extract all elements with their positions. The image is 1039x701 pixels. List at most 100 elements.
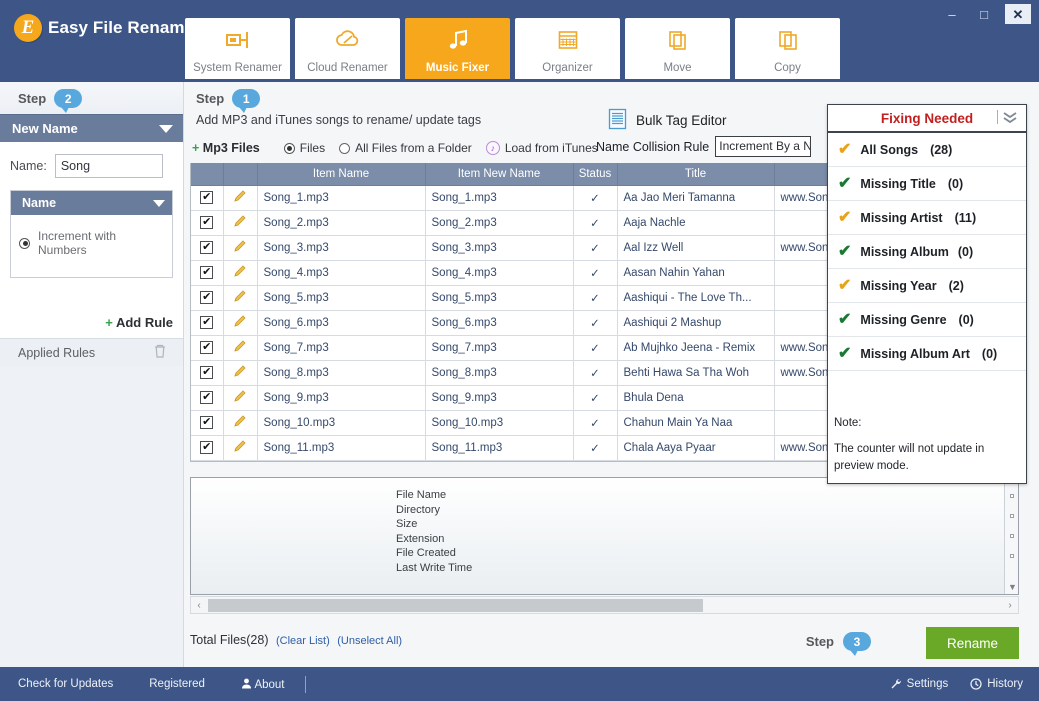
row-checkbox[interactable]: ✔ [200, 416, 213, 429]
row-checkbox-cell[interactable]: ✔ [191, 435, 223, 460]
name-input[interactable] [55, 154, 163, 178]
row-checkbox-cell[interactable]: ✔ [191, 335, 223, 360]
fixing-needed-item[interactable]: ✔Missing Year(2) [828, 269, 1026, 303]
row-edit-cell[interactable] [223, 310, 257, 335]
row-checkbox-cell[interactable]: ✔ [191, 360, 223, 385]
column-checkbox[interactable] [191, 163, 223, 185]
tab-system-renamer[interactable]: System Renamer [185, 18, 290, 79]
rename-button[interactable]: Rename [926, 627, 1019, 659]
row-checkbox-cell[interactable]: ✔ [191, 210, 223, 235]
tab-move[interactable]: Move [625, 18, 730, 79]
column-item-new-name[interactable]: Item New Name [425, 163, 573, 185]
pencil-icon[interactable] [233, 267, 247, 281]
column-status[interactable]: Status [573, 163, 617, 185]
row-checkbox-cell[interactable]: ✔ [191, 185, 223, 210]
rule-header[interactable]: Name [11, 191, 172, 215]
pencil-icon[interactable] [233, 367, 247, 381]
row-checkbox-cell[interactable]: ✔ [191, 410, 223, 435]
radio-all-files-from-folder[interactable]: All Files from a Folder [339, 141, 472, 155]
clear-list-link[interactable]: (Clear List) [276, 635, 330, 647]
unselect-all-link[interactable]: (Unselect All) [337, 635, 402, 647]
row-edit-cell[interactable] [223, 385, 257, 410]
pencil-icon[interactable] [233, 342, 247, 356]
collision-rule-select[interactable]: Increment By a Number [715, 136, 811, 157]
registered-label[interactable]: Registered [131, 678, 223, 690]
row-checkbox[interactable]: ✔ [200, 291, 213, 304]
row-edit-cell[interactable] [223, 235, 257, 260]
row-checkbox-cell[interactable]: ✔ [191, 385, 223, 410]
fixing-needed-item[interactable]: ✔Missing Artist(11) [828, 201, 1026, 235]
row-checkbox-cell[interactable]: ✔ [191, 235, 223, 260]
tab-organizer[interactable]: Organizer [515, 18, 620, 79]
scroll-right-icon[interactable]: › [1002, 600, 1018, 611]
pencil-icon[interactable] [233, 317, 247, 331]
fixing-needed-item[interactable]: ✔Missing Genre(0) [828, 303, 1026, 337]
row-checkbox[interactable]: ✔ [200, 316, 213, 329]
load-from-itunes-button[interactable]: ♪ Load from iTunes [486, 141, 598, 155]
trash-icon[interactable] [153, 343, 167, 362]
settings-button[interactable]: Settings [890, 678, 949, 690]
scroll-mark [1010, 514, 1014, 518]
row-checkbox[interactable]: ✔ [200, 341, 213, 354]
fixing-needed-item[interactable]: ✔Missing Album Art(0) [828, 337, 1026, 371]
row-checkbox-cell[interactable]: ✔ [191, 310, 223, 335]
scroll-down-icon[interactable]: ▼ [1008, 582, 1017, 592]
pencil-icon[interactable] [233, 217, 247, 231]
column-item-name[interactable]: Item Name [257, 163, 425, 185]
row-checkbox-cell[interactable]: ✔ [191, 260, 223, 285]
row-checkbox[interactable]: ✔ [200, 441, 213, 454]
row-edit-cell[interactable] [223, 185, 257, 210]
fixing-needed-item[interactable]: ✔Missing Album(0) [828, 235, 1026, 269]
radio-selected-icon[interactable] [19, 238, 30, 249]
minimize-icon[interactable]: – [941, 5, 963, 23]
person-icon [241, 678, 252, 689]
row-edit-cell[interactable] [223, 260, 257, 285]
fixing-needed-item[interactable]: ✔Missing Title(0) [828, 167, 1026, 201]
row-edit-cell[interactable] [223, 360, 257, 385]
row-checkbox[interactable]: ✔ [200, 241, 213, 254]
pencil-icon[interactable] [233, 417, 247, 431]
pencil-icon[interactable] [233, 242, 247, 256]
pencil-icon[interactable] [233, 192, 247, 206]
detail-panel-scrollbar[interactable]: ▼ [1004, 478, 1018, 594]
tab-cloud-renamer[interactable]: Cloud Renamer [295, 18, 400, 79]
radio-files[interactable]: Files [284, 141, 325, 155]
column-title[interactable]: Title [617, 163, 774, 185]
row-checkbox[interactable]: ✔ [200, 366, 213, 379]
pencil-icon[interactable] [233, 442, 247, 456]
increment-with-numbers-option[interactable]: Increment with Numbers [19, 229, 164, 257]
tab-copy[interactable]: Copy [735, 18, 840, 79]
about-link[interactable]: About [223, 678, 303, 691]
add-rule-button[interactable]: + Add Rule [105, 315, 173, 330]
new-name-section-header[interactable]: New Name [0, 114, 183, 142]
history-button[interactable]: History [970, 678, 1023, 690]
grid-horizontal-scrollbar[interactable]: ‹ › [190, 596, 1019, 614]
row-checkbox[interactable]: ✔ [200, 266, 213, 279]
chevron-down-icon[interactable] [159, 125, 173, 133]
row-edit-cell[interactable] [223, 210, 257, 235]
row-checkbox[interactable]: ✔ [200, 191, 213, 204]
pencil-icon[interactable] [233, 392, 247, 406]
row-checkbox-cell[interactable]: ✔ [191, 285, 223, 310]
chevron-double-down-icon[interactable] [997, 109, 1019, 125]
check-for-updates-link[interactable]: Check for Updates [0, 678, 131, 690]
row-edit-cell[interactable] [223, 285, 257, 310]
tab-music-fixer[interactable]: Music Fixer [405, 18, 510, 79]
radio-selected-icon[interactable] [284, 143, 295, 154]
chevron-down-icon[interactable] [153, 200, 165, 207]
fixing-needed-item[interactable]: ✔All Songs(28) [828, 133, 1026, 167]
row-checkbox[interactable]: ✔ [200, 216, 213, 229]
scrollbar-thumb[interactable] [208, 599, 703, 612]
bulk-tag-editor-button[interactable]: Bulk Tag Editor [608, 108, 727, 133]
pencil-icon[interactable] [233, 292, 247, 306]
scroll-left-icon[interactable]: ‹ [191, 600, 207, 611]
row-edit-cell[interactable] [223, 435, 257, 460]
column-edit[interactable] [223, 163, 257, 185]
row-checkbox[interactable]: ✔ [200, 391, 213, 404]
maximize-icon[interactable]: □ [973, 5, 995, 23]
radio-unselected-icon[interactable] [339, 143, 350, 154]
add-mp3-files-button[interactable]: + Mp3 Files [192, 141, 260, 155]
close-icon[interactable]: ✕ [1005, 4, 1031, 24]
row-edit-cell[interactable] [223, 410, 257, 435]
row-edit-cell[interactable] [223, 335, 257, 360]
